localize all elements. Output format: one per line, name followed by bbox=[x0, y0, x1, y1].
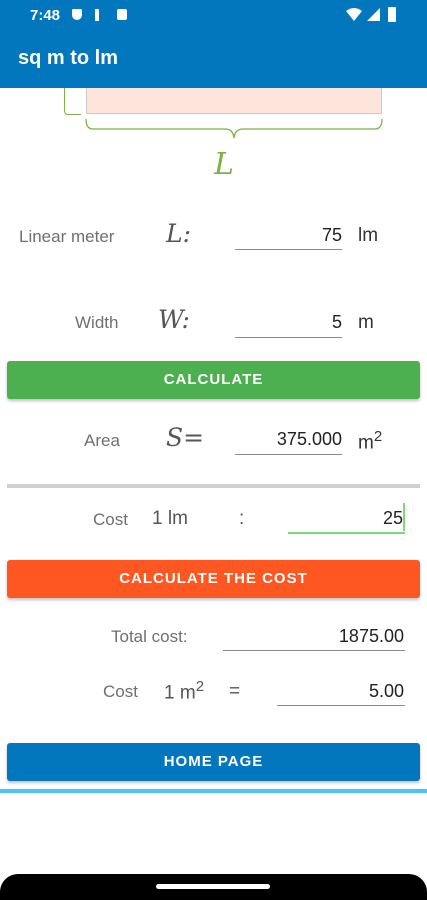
signal-icon bbox=[367, 8, 380, 21]
cost-colon: : bbox=[239, 508, 245, 529]
area-value: 375.000 bbox=[276, 429, 342, 449]
battery-icon bbox=[388, 7, 396, 22]
diagram-length-bracket bbox=[85, 118, 383, 139]
width-label: Width bbox=[75, 313, 119, 332]
area-unit: m2 bbox=[358, 428, 382, 454]
cost-per-unit: 1 lm bbox=[152, 508, 188, 529]
linear-meter-input[interactable]: 75 bbox=[235, 225, 342, 246]
bottom-divider bbox=[0, 789, 427, 793]
cost-sqm-unit-exponent: 2 bbox=[195, 678, 205, 695]
width-unit: m bbox=[358, 312, 374, 333]
linear-meter-unit: lm bbox=[358, 225, 379, 246]
cost-input-underline bbox=[288, 532, 405, 534]
area-unit-exponent: 2 bbox=[373, 428, 383, 445]
app-title: sq m to lm bbox=[18, 47, 119, 69]
cost-input[interactable]: 25 bbox=[288, 508, 403, 529]
shield-icon bbox=[72, 9, 82, 20]
total-cost-underline bbox=[223, 650, 405, 651]
section-divider bbox=[7, 484, 420, 488]
linear-meter-underline bbox=[235, 249, 342, 250]
area-unit-base: m bbox=[358, 432, 374, 454]
home-gesture-handle[interactable] bbox=[156, 884, 270, 889]
cost-sqm-value: 5.00 bbox=[368, 681, 404, 701]
width-symbol: W: bbox=[158, 305, 190, 334]
diagram-rectangle bbox=[86, 88, 382, 114]
sd-card-icon bbox=[117, 9, 127, 20]
cost-sqm-equals: = bbox=[229, 681, 241, 702]
area-symbol: S= bbox=[166, 423, 205, 452]
app-bar: sq m to lm bbox=[0, 30, 427, 88]
navigation-bar bbox=[0, 874, 427, 900]
diagram-length-label: L bbox=[214, 147, 234, 182]
area-underline bbox=[235, 454, 342, 455]
wifi-icon bbox=[346, 8, 362, 21]
cost-input-cursor bbox=[403, 503, 405, 531]
total-cost-label: Total cost: bbox=[111, 627, 188, 646]
cost-label: Cost bbox=[93, 510, 128, 529]
linear-meter-label: Linear meter bbox=[19, 227, 115, 246]
width-input[interactable]: 5 bbox=[235, 312, 342, 333]
status-bar: 7:48 bbox=[0, 0, 427, 30]
calculate-button[interactable]: CALCULATE bbox=[7, 361, 420, 399]
total-cost-value: 1875.00 bbox=[338, 626, 404, 646]
diagram-width-bracket bbox=[64, 88, 81, 115]
calculate-cost-button[interactable]: CALCULATE THE COST bbox=[7, 560, 420, 598]
cost-sqm-label: Cost bbox=[103, 682, 138, 701]
usb-icon bbox=[95, 9, 99, 21]
cost-sqm-unit-base: 1 m bbox=[164, 682, 196, 704]
width-underline bbox=[235, 337, 342, 338]
cost-sqm-underline bbox=[277, 705, 405, 706]
status-time: 7:48 bbox=[30, 7, 61, 24]
area-label: Area bbox=[84, 431, 120, 450]
cost-sqm-per-unit: 1 m2 bbox=[164, 678, 204, 704]
linear-meter-symbol: L: bbox=[166, 219, 192, 248]
home-page-button[interactable]: HOME PAGE bbox=[7, 743, 420, 781]
